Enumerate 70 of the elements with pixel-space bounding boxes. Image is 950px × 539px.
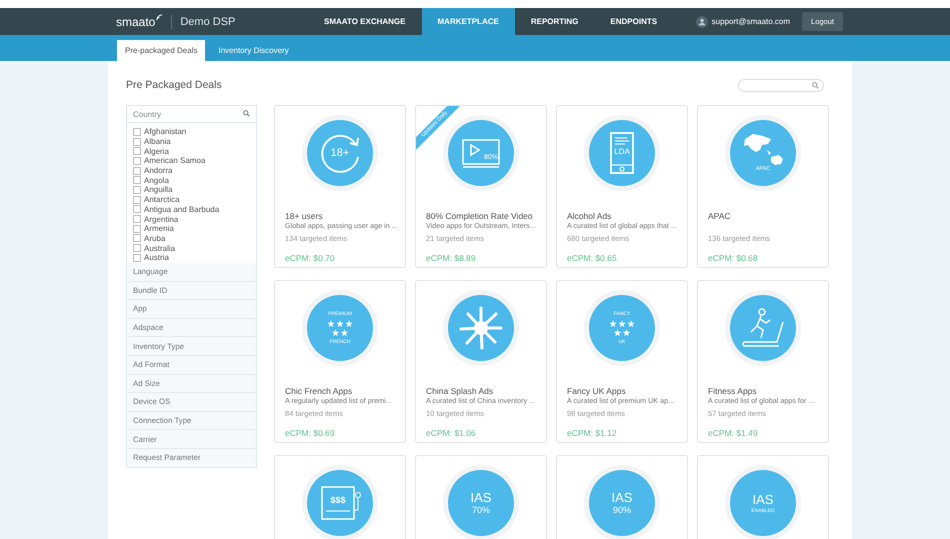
deal-card[interactable]: IAS 90% — [556, 455, 688, 539]
ecpm-price: eCPM: $0.69 — [285, 428, 336, 438]
ecpm-price: eCPM: $1.12 — [567, 428, 618, 438]
nav-tab[interactable]: REPORTING — [514, 8, 594, 35]
user-email: support@smaato.com — [712, 17, 790, 26]
country-label: Australia — [144, 244, 176, 253]
deal-title: 80% Completion Rate Video — [426, 211, 534, 221]
checkbox[interactable] — [133, 196, 141, 204]
country-label: Austria — [144, 253, 169, 262]
country-label: American Samoa — [144, 156, 206, 166]
checkbox[interactable] — [133, 186, 141, 194]
cycle-icon: 18+ — [307, 120, 373, 186]
ecpm-price: eCPM: $0.65 — [567, 253, 618, 263]
deal-card[interactable]: IAS 70% — [415, 455, 547, 539]
deal-title: Fancy UK Apps — [567, 386, 627, 396]
app-name: Demo DSP — [180, 16, 236, 28]
search-field[interactable] — [738, 78, 824, 92]
deal-title: Alcohol Ads — [567, 211, 612, 221]
deal-title: Chic French Apps — [285, 386, 354, 396]
signal-icon — [156, 14, 164, 21]
country-label: Aruba — [144, 234, 166, 243]
country-label: Albania — [144, 137, 171, 146]
sub-tab[interactable]: Inventory Discovery — [210, 40, 297, 61]
treadmill-icon — [730, 295, 796, 361]
country-label: Andorra — [144, 166, 172, 176]
badge-icon: IAS 70% — [448, 470, 514, 536]
phone-icon: LDA — [589, 120, 655, 186]
search-icon — [812, 82, 819, 88]
page-title: Pre Packaged Deals — [126, 79, 222, 91]
checkbox[interactable] — [133, 254, 141, 262]
checkbox[interactable] — [133, 147, 141, 156]
checkbox[interactable] — [133, 234, 141, 242]
checkbox[interactable] — [133, 128, 141, 136]
badge-icon: IAS 90% — [589, 470, 655, 536]
checkbox[interactable] — [133, 166, 141, 175]
country-label: Argentina — [144, 214, 178, 224]
ecpm-price: eCPM: $1.06 — [426, 428, 477, 438]
ecpm-price: eCPM: $1.49 — [708, 428, 759, 438]
nav-tab[interactable]: SMAATO EXCHANGE — [308, 8, 422, 35]
deal-title: Fitness Apps — [708, 386, 758, 396]
slot-icon: $$$ — [307, 470, 373, 536]
checkbox[interactable] — [133, 138, 141, 146]
search-icon — [243, 110, 250, 117]
country-label: Afghanistan — [144, 127, 186, 136]
country-label: Antarctica — [144, 195, 180, 204]
ecpm-price: eCPM: $0.70 — [285, 253, 336, 263]
deal-title: 18+ users — [285, 211, 324, 221]
country-search-field[interactable]: Country — [126, 105, 257, 123]
nav-tab[interactable]: MARKETPLACE — [422, 8, 515, 35]
deal-title: China Splash Ads — [426, 386, 494, 396]
checkbox[interactable] — [133, 176, 141, 184]
nav-tab[interactable]: ENDPOINTS — [594, 8, 674, 35]
country-label: Angola — [144, 176, 169, 185]
sub-tab[interactable]: Pre-packaged Deals — [117, 40, 206, 61]
ecpm-price: eCPM: $0.68 — [708, 253, 759, 263]
country-label: Armenia — [144, 224, 174, 234]
checkbox[interactable] — [133, 244, 141, 252]
splash-icon — [448, 295, 514, 361]
deal-title: APAC — [708, 211, 732, 221]
checkbox[interactable] — [133, 205, 141, 214]
country-label: Anguilla — [144, 185, 172, 194]
checkbox[interactable] — [133, 224, 141, 233]
user-icon — [696, 16, 708, 28]
ecpm-price: eCPM: $8.89 — [426, 253, 477, 263]
deal-card[interactable]: $$$ — [274, 455, 406, 539]
checkbox[interactable] — [133, 215, 141, 224]
country-label: Algeria — [144, 146, 169, 156]
logo-text: smaato — [116, 14, 156, 28]
checkbox[interactable] — [133, 156, 141, 165]
country-label: Antigua and Barbuda — [144, 204, 220, 214]
